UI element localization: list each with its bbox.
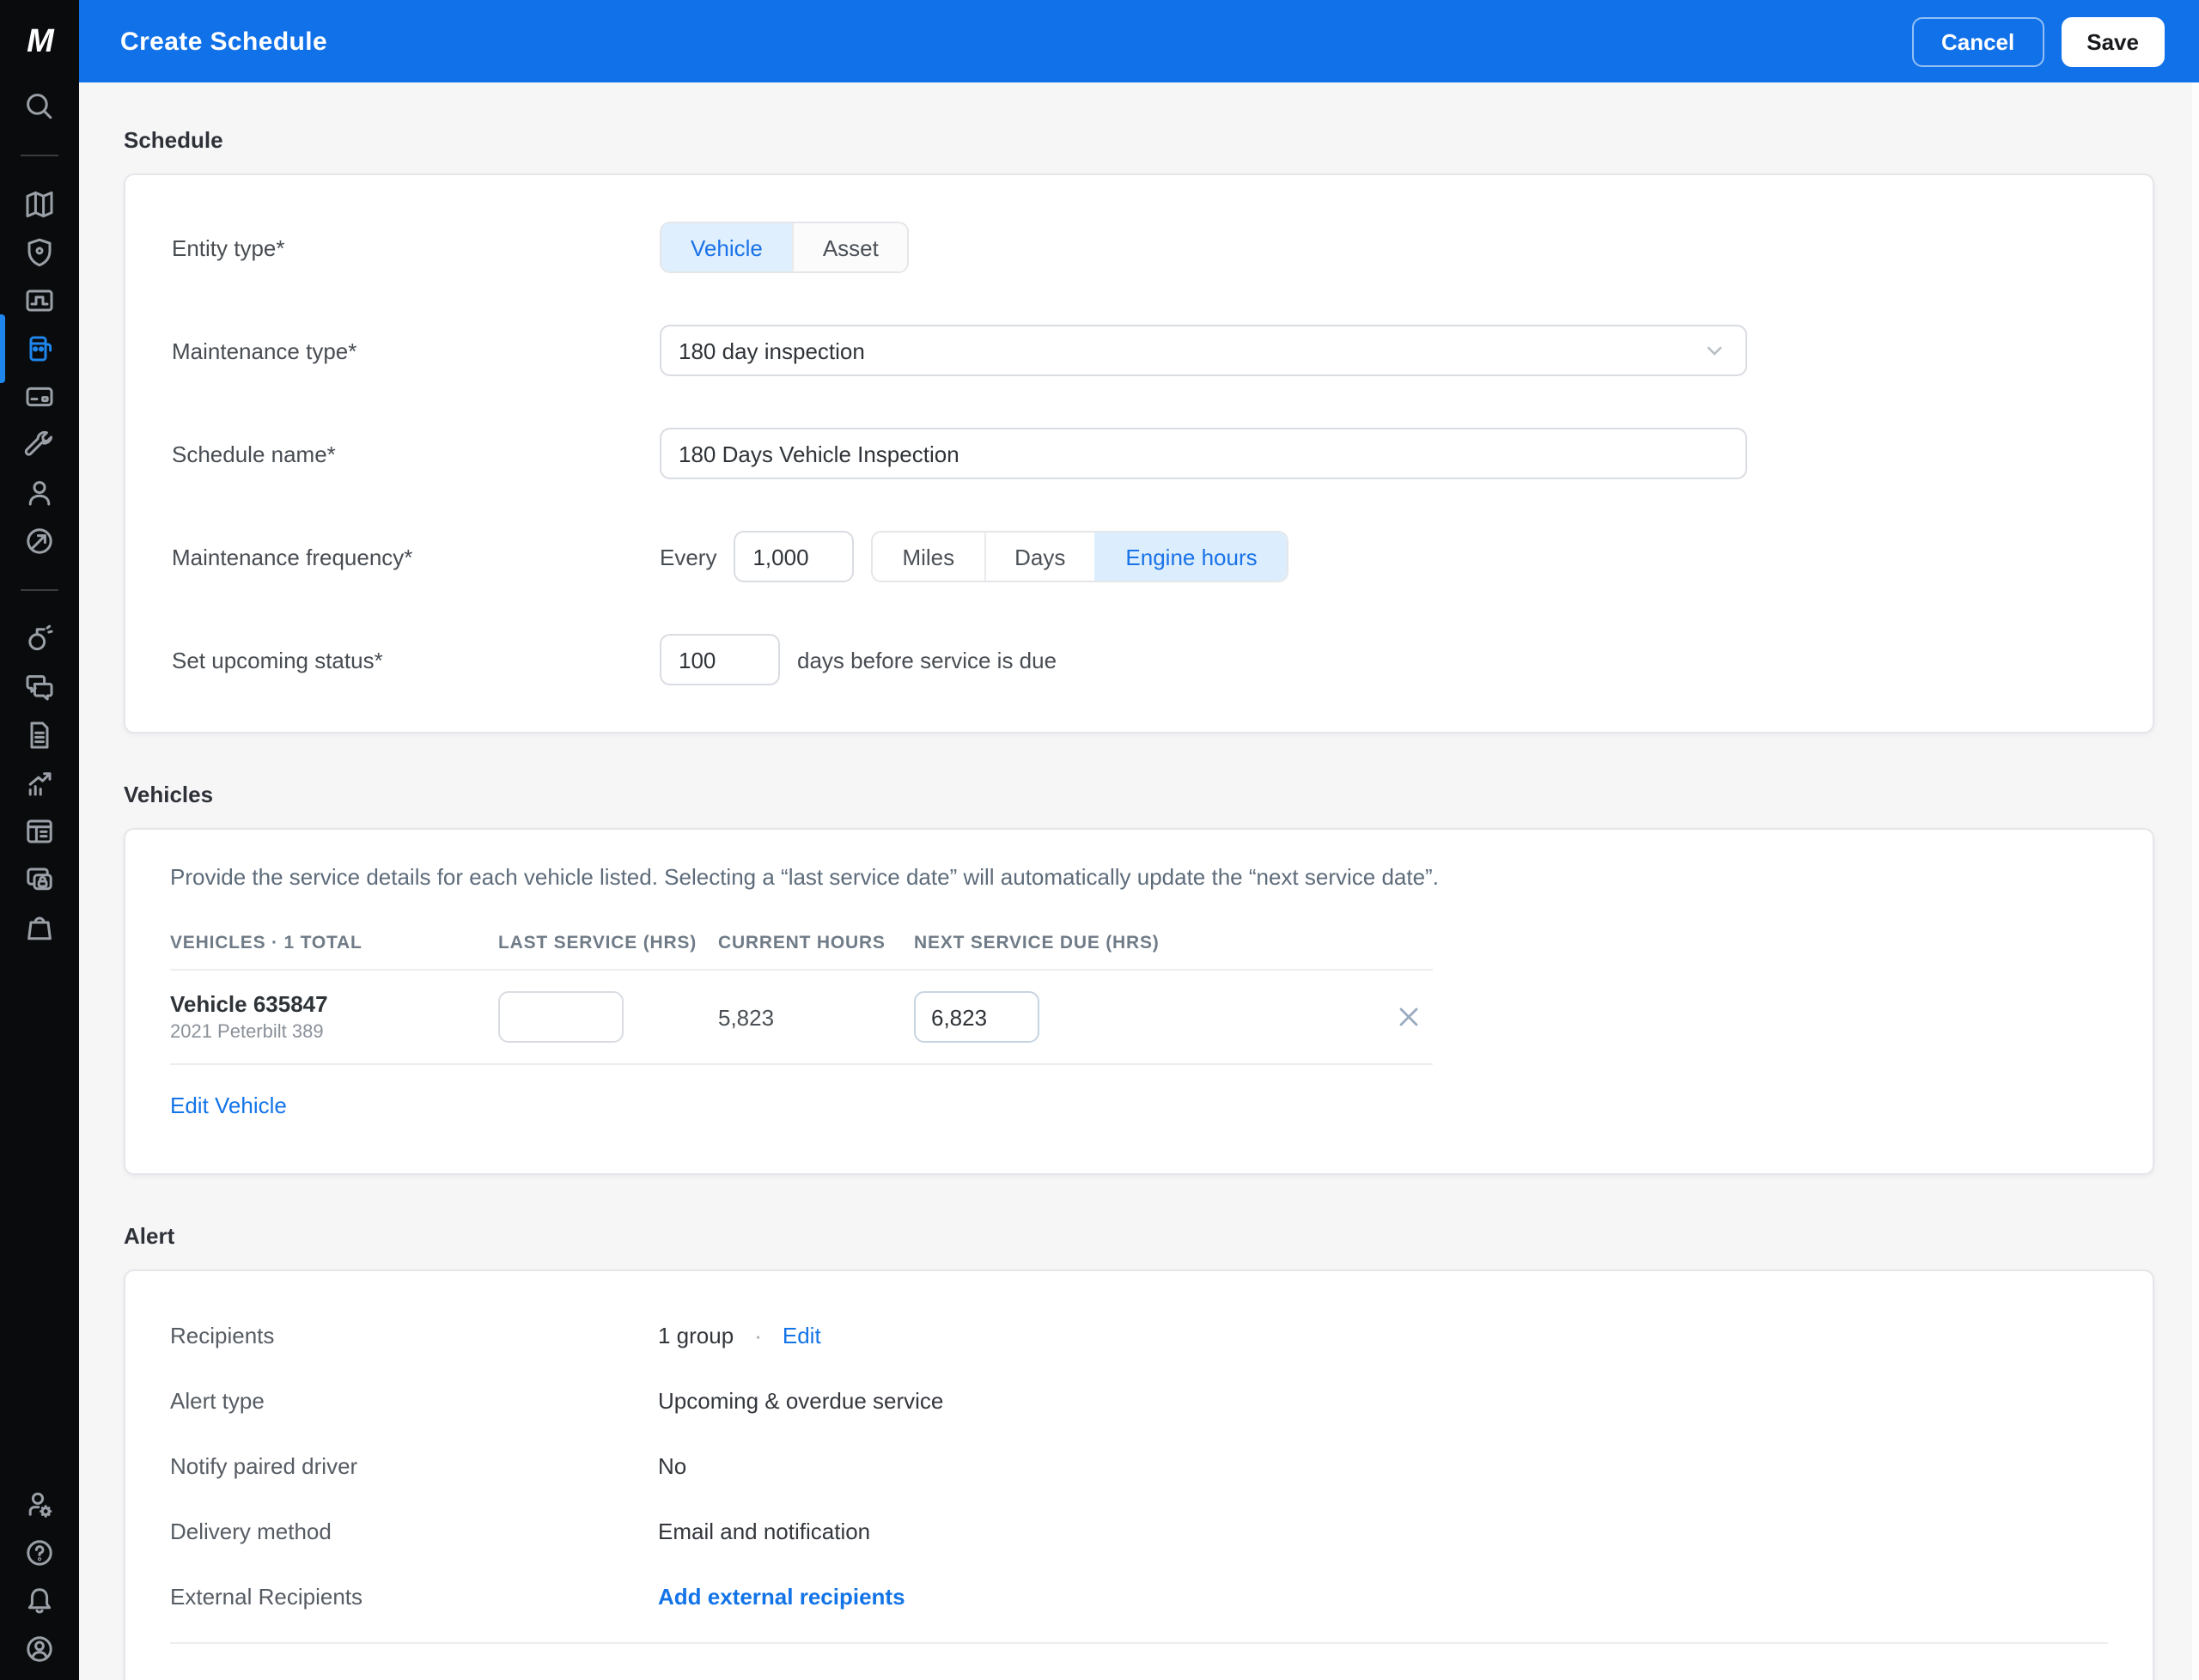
last-service-input[interactable] — [498, 991, 624, 1043]
delivery-method-row: Delivery method Email and notification — [170, 1519, 2108, 1544]
devices-lock-icon[interactable] — [22, 862, 57, 897]
column-current-hours: CURRENT HOURS — [718, 933, 886, 953]
page-content: Schedule Entity type* Vehicle Asset Main… — [79, 82, 2199, 1680]
notify-paired-driver-value: No — [658, 1453, 687, 1479]
page-title: Create Schedule — [120, 27, 328, 56]
notify-paired-driver-row: Notify paired driver No — [170, 1453, 2108, 1479]
entity-type-option-vehicle[interactable]: Vehicle — [661, 223, 792, 271]
alert-card-divider — [170, 1642, 2108, 1644]
frequency-unit-days[interactable]: Days — [984, 533, 1095, 581]
delivery-method-label: Delivery method — [170, 1519, 332, 1544]
admin-user-gear-icon[interactable] — [22, 1488, 57, 1522]
edit-vehicle-link[interactable]: Edit Vehicle — [170, 1093, 287, 1118]
sidebar-divider — [21, 589, 58, 591]
remove-vehicle-icon[interactable] — [1392, 1000, 1426, 1034]
documents-icon[interactable] — [22, 718, 57, 752]
sidebar-divider — [21, 155, 58, 156]
entity-type-option-asset[interactable]: Asset — [791, 223, 908, 271]
account-icon[interactable] — [22, 1632, 57, 1666]
table-row: Vehicle 635847 2021 Peterbilt 389 5,823 — [170, 971, 1433, 1065]
column-next-service-due: NEXT SERVICE DUE (HRS) — [914, 933, 1160, 953]
routes-icon[interactable] — [22, 283, 57, 318]
frequency-every-label: Every — [660, 544, 717, 569]
notify-paired-driver-label: Notify paired driver — [170, 1453, 358, 1479]
marketplace-bag-icon[interactable] — [22, 910, 57, 945]
current-hours-value: 5,823 — [718, 1004, 775, 1030]
frequency-unit-miles[interactable]: Miles — [873, 533, 984, 581]
save-button[interactable]: Save — [2061, 16, 2165, 66]
cancel-button[interactable]: Cancel — [1911, 16, 2044, 66]
scrollbar[interactable] — [2192, 82, 2199, 1680]
help-icon[interactable] — [22, 1536, 57, 1570]
schedule-section-heading: Schedule — [124, 127, 223, 153]
map-icon[interactable] — [22, 187, 57, 222]
alert-type-row: Alert type Upcoming & overdue service — [170, 1388, 2108, 1414]
alert-type-label: Alert type — [170, 1388, 265, 1414]
external-recipients-label: External Recipients — [170, 1584, 362, 1610]
schedule-name-label: Schedule name* — [172, 441, 336, 466]
upcoming-status-row: Set upcoming status* days before service… — [172, 634, 2106, 685]
reports-trend-icon[interactable] — [22, 766, 57, 800]
schedule-name-input[interactable] — [660, 428, 1747, 479]
main-area: Create Schedule Cancel Save Schedule Ent… — [79, 0, 2199, 1680]
header-actions: Cancel Save — [1911, 16, 2165, 66]
tow-icon[interactable] — [22, 622, 57, 656]
alert-section-heading: Alert — [124, 1223, 175, 1249]
alert-type-value: Upcoming & overdue service — [658, 1388, 944, 1414]
maintenance-type-select[interactable]: 180 day inspection — [660, 325, 1747, 376]
recipients-label: Recipients — [170, 1323, 275, 1348]
dispatch-compass-icon[interactable] — [22, 524, 57, 558]
create-schedule-page: M Create Schedule Cancel Save Schedule E… — [0, 0, 2199, 1680]
schedule-card: Entity type* Vehicle Asset Maintenance t… — [124, 173, 2154, 733]
maintenance-type-row: Maintenance type* 180 day inspection — [172, 325, 2106, 376]
add-external-recipients-link[interactable]: Add external recipients — [658, 1584, 905, 1610]
maintenance-frequency-label: Maintenance frequency* — [172, 544, 413, 569]
column-vehicles: VEHICLES · 1 TOTAL — [170, 933, 362, 953]
chevron-down-icon — [1704, 340, 1725, 361]
next-service-due-input[interactable] — [914, 991, 1039, 1043]
active-nav-indicator — [0, 314, 5, 383]
upcoming-status-suffix: days before service is due — [797, 647, 1057, 673]
maintenance-type-value: 180 day inspection — [679, 338, 865, 363]
delivery-method-value: Email and notification — [658, 1519, 871, 1544]
external-recipients-row: External Recipients Add external recipie… — [170, 1584, 2108, 1610]
recipients-row: Recipients 1 group · Edit — [170, 1323, 2108, 1348]
vehicles-table-header: VEHICLES · 1 TOTAL LAST SERVICE (HRS) CU… — [170, 933, 1433, 971]
vehicle-subtitle: 2021 Peterbilt 389 — [170, 1022, 324, 1043]
notifications-bell-icon[interactable] — [22, 1584, 57, 1618]
fuel-card-icon[interactable] — [22, 380, 57, 414]
edit-recipients-link[interactable]: Edit — [783, 1323, 821, 1348]
wrench-icon[interactable] — [22, 428, 57, 462]
upcoming-status-input[interactable] — [660, 634, 780, 685]
vehicles-table: VEHICLES · 1 TOTAL LAST SERVICE (HRS) CU… — [170, 933, 1433, 1065]
column-last-service: LAST SERVICE (HRS) — [498, 933, 697, 953]
vehicles-section-heading: Vehicles — [124, 782, 214, 807]
search-icon[interactable] — [22, 89, 57, 124]
frequency-unit-toggle: Miles Days Engine hours — [871, 531, 1288, 582]
motive-logo: M — [27, 24, 54, 60]
recipients-value: 1 group — [658, 1323, 734, 1348]
frequency-value-input[interactable] — [734, 531, 855, 582]
frequency-unit-engine-hours[interactable]: Engine hours — [1094, 533, 1287, 581]
upcoming-status-label: Set upcoming status* — [172, 647, 383, 673]
maintenance-frequency-row: Maintenance frequency* Every Miles Days … — [172, 531, 2106, 582]
vehicles-card: Provide the service details for each veh… — [124, 828, 2154, 1175]
driver-icon[interactable] — [22, 476, 57, 510]
entity-type-row: Entity type* Vehicle Asset — [172, 222, 2106, 273]
maintenance-icon[interactable] — [0, 314, 57, 383]
sidebar: M — [0, 0, 79, 1680]
vehicles-description: Provide the service details for each veh… — [170, 864, 1439, 890]
news-table-icon[interactable] — [22, 814, 57, 849]
vehicle-name: Vehicle 635847 — [170, 991, 328, 1017]
entity-type-toggle: Vehicle Asset — [660, 222, 910, 273]
safety-shield-icon[interactable] — [22, 235, 57, 270]
alert-card: Recipients 1 group · Edit Alert type Upc… — [124, 1269, 2154, 1680]
maintenance-type-label: Maintenance type* — [172, 338, 357, 363]
page-header: Create Schedule Cancel Save — [79, 0, 2199, 82]
messages-icon[interactable] — [22, 670, 57, 704]
dot-separator: · — [754, 1323, 762, 1348]
entity-type-label: Entity type* — [172, 234, 285, 260]
schedule-name-row: Schedule name* — [172, 428, 2106, 479]
